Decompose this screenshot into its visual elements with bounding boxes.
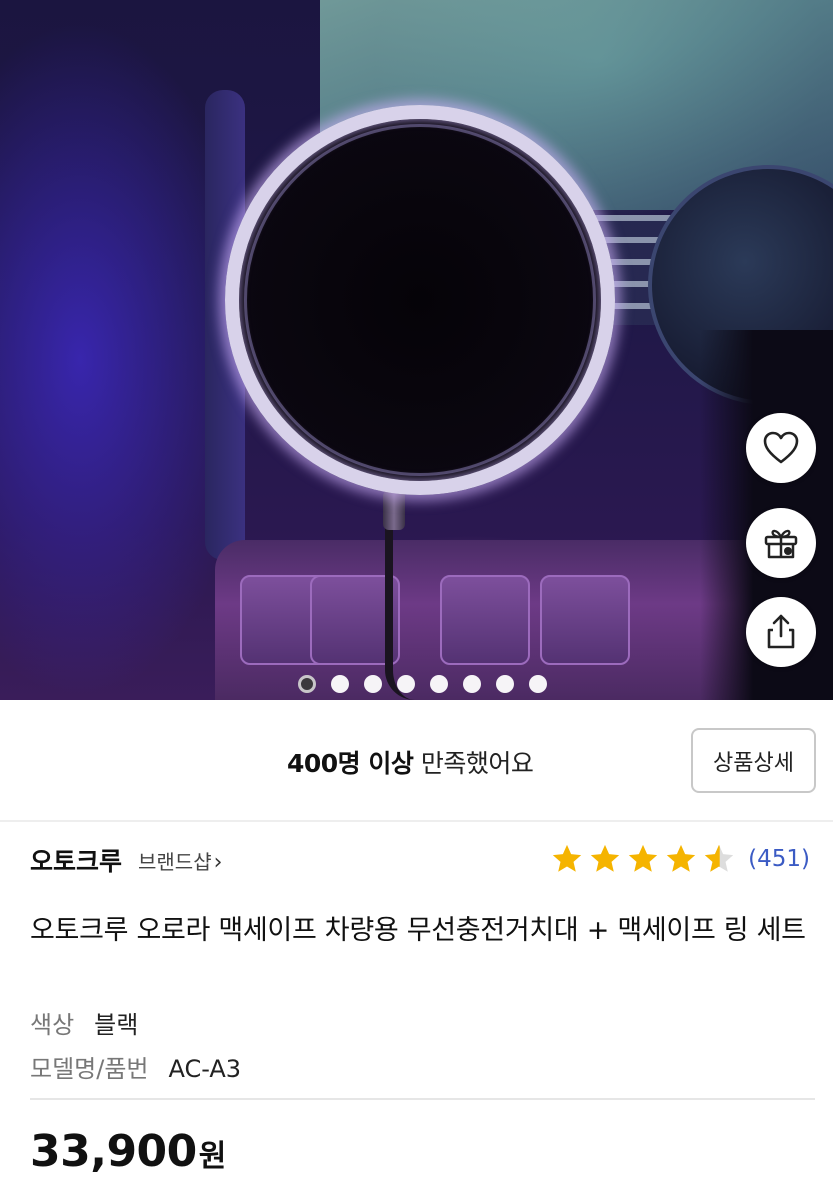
like-button[interactable] bbox=[746, 413, 816, 483]
brand-name[interactable]: 오토크루 bbox=[30, 842, 122, 878]
option-key: 모델명/품번 bbox=[30, 1055, 149, 1083]
heart-icon bbox=[763, 431, 799, 464]
option-value: AC-A3 bbox=[168, 1055, 242, 1083]
satisfaction-highlight: 400명 이상 bbox=[287, 749, 414, 778]
carousel-dot[interactable] bbox=[364, 675, 382, 693]
star-half-icon bbox=[704, 844, 734, 872]
price-unit: 원 bbox=[198, 1139, 227, 1174]
info-divider bbox=[30, 1098, 815, 1100]
carousel-dot[interactable] bbox=[463, 675, 481, 693]
carousel-dot[interactable] bbox=[496, 675, 514, 693]
dashboard-button bbox=[440, 575, 530, 665]
brand-shop-link[interactable]: 브랜드샵› bbox=[138, 846, 222, 875]
satisfaction-text: 400명 이상 만족했어요 bbox=[287, 744, 534, 780]
gift-button[interactable] bbox=[746, 508, 816, 578]
star-full-icon bbox=[628, 844, 658, 872]
product-detail-button[interactable]: 상품상세 bbox=[691, 728, 816, 793]
section-divider bbox=[0, 820, 833, 822]
star-rating bbox=[550, 842, 736, 876]
star-full-icon bbox=[552, 844, 582, 872]
dashboard-button bbox=[540, 575, 630, 665]
option-value: 블랙 bbox=[94, 1011, 139, 1039]
carousel-dot[interactable] bbox=[529, 675, 547, 693]
carousel-dot[interactable] bbox=[430, 675, 448, 693]
magsafe-charger-ring bbox=[225, 105, 615, 495]
star-full-icon bbox=[590, 844, 620, 872]
share-icon bbox=[767, 614, 795, 649]
chevron-right-icon: › bbox=[213, 850, 223, 875]
option-key: 색상 bbox=[30, 1011, 75, 1039]
star-full-icon bbox=[666, 844, 696, 872]
price-value: 33,900 bbox=[30, 1126, 197, 1177]
cable-connector bbox=[383, 490, 405, 530]
carousel-dot[interactable] bbox=[331, 675, 349, 693]
gift-icon bbox=[764, 529, 798, 559]
carousel-dot-active[interactable] bbox=[298, 675, 316, 693]
satisfaction-rest: 만족했어요 bbox=[413, 749, 534, 778]
brand-shop-label: 브랜드샵 bbox=[138, 850, 212, 874]
review-count[interactable]: (451) bbox=[748, 846, 810, 872]
brand-row: 오토크루 브랜드샵› (451) bbox=[30, 842, 810, 882]
product-title: 오토크루 오로라 맥세이프 차량용 무선충전거치대 + 맥세이프 링 세트 bbox=[30, 915, 806, 946]
carousel-indicator bbox=[298, 675, 547, 693]
option-model: 모델명/품번 AC-A3 bbox=[30, 1049, 241, 1084]
price: 33,900원 bbox=[30, 1126, 226, 1177]
satisfaction-bar: 400명 이상 만족했어요 상품상세 bbox=[0, 700, 833, 820]
carousel-dot[interactable] bbox=[397, 675, 415, 693]
product-image[interactable] bbox=[0, 0, 833, 700]
option-color: 색상 블랙 bbox=[30, 1005, 138, 1040]
rating[interactable]: (451) bbox=[550, 842, 810, 876]
share-button[interactable] bbox=[746, 597, 816, 667]
